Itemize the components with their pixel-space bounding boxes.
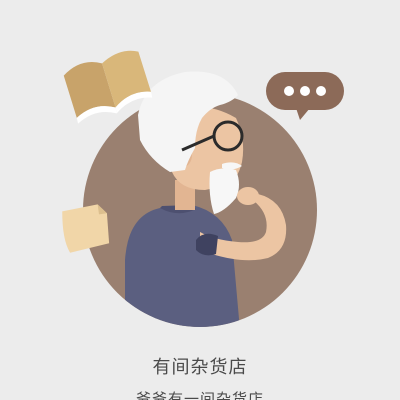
- app-subtitle: 爷爷有一间杂货店: [135, 390, 264, 400]
- app-title: 有间杂货店: [152, 357, 248, 378]
- hero-illustration: [62, 50, 344, 327]
- splash-screen: 有间杂货店 爷爷有一间杂货店: [0, 0, 400, 400]
- speech-bubble-icon: [266, 72, 344, 120]
